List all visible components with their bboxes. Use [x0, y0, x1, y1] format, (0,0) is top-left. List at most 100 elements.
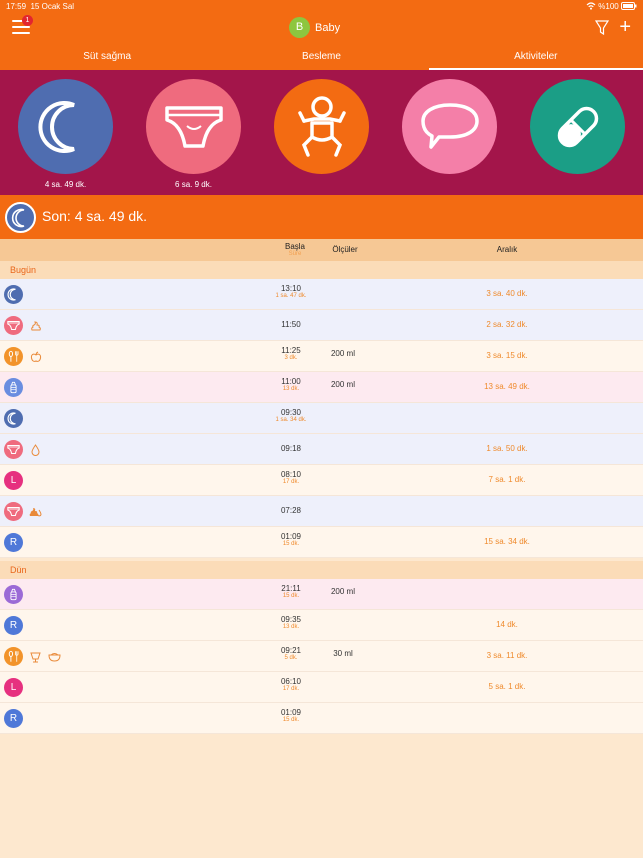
table-row[interactable]: 07:28 — [0, 496, 643, 527]
top-bar: 17:59 15 Ocak Sal %100 1 B Baby + Süt sa… — [0, 0, 643, 70]
table-row[interactable]: R 09:35 13 dk. 14 dk. — [0, 610, 643, 641]
spoon-fork-icon — [4, 347, 23, 366]
status-time: 17:59 — [6, 2, 27, 11]
row-start-time: 01:09 — [280, 532, 302, 541]
table-row[interactable]: R 01:09 15 dk. — [0, 703, 643, 734]
table-row[interactable]: 11:50 2 sa. 32 dk. — [0, 310, 643, 341]
tab-activities[interactable]: Aktiviteler — [428, 46, 643, 70]
row-icons — [4, 316, 42, 335]
row-measure: 30 ml — [333, 649, 353, 658]
tab-feeding[interactable]: Besleme — [214, 46, 428, 70]
breast-left-icon: L — [4, 678, 23, 697]
bowl-icon — [48, 650, 61, 663]
diaper-icon — [4, 502, 23, 521]
activity-sleep[interactable]: 4 sa. 49 dk. — [18, 79, 113, 189]
speech-bubble-icon — [420, 102, 479, 149]
row-interval: 3 sa. 40 dk. — [486, 289, 528, 298]
row-start: 06:10 17 dk. — [255, 677, 327, 692]
table-row[interactable]: 21:11 15 dk. 200 ml — [0, 579, 643, 610]
row-measure: 200 ml — [330, 587, 355, 596]
row-icons — [4, 378, 23, 397]
row-icons — [4, 647, 61, 666]
status-time-date: 17:59 15 Ocak Sal — [6, 2, 74, 11]
row-start-time: 11:50 — [281, 320, 301, 329]
table-row[interactable]: 09:30 1 sa. 34 dk. — [0, 403, 643, 434]
activity-diaper-label: 6 sa. 9 dk. — [175, 180, 212, 189]
table-row[interactable]: 09:21 5 dk. 30 ml 3 sa. 11 dk. — [0, 641, 643, 672]
row-interval: 2 sa. 32 dk. — [486, 320, 528, 329]
activity-sleep-circle — [18, 79, 113, 174]
table-header: Başla Süre Ölçüler Aralık — [0, 239, 643, 261]
row-start-time: 21:11 — [281, 584, 301, 593]
row-start: 09:18 — [255, 444, 327, 453]
battery-percent: %100 — [598, 2, 619, 11]
activity-baby[interactable] — [274, 79, 369, 180]
row-start-time: 09:35 — [280, 615, 302, 624]
battery-icon — [621, 2, 637, 10]
table-row[interactable]: 11:00 13 dk. 200 ml 13 sa. 49 dk. — [0, 372, 643, 403]
activity-note-circle — [402, 79, 497, 174]
mixed-icon — [29, 505, 42, 518]
status-right: %100 — [586, 2, 637, 11]
nav-row: 1 B Baby + — [0, 14, 643, 44]
breast-left-icon: L — [4, 471, 23, 490]
row-start-time: 11:25 — [281, 346, 301, 355]
notification-badge: 1 — [22, 15, 33, 26]
activity-medicine-circle — [530, 79, 625, 174]
row-interval: 14 dk. — [496, 620, 518, 629]
tab-pumping[interactable]: Süt sağma — [0, 46, 214, 70]
row-duration: 17 dk. — [282, 479, 300, 485]
row-start-time: 13:10 — [280, 284, 302, 293]
row-icons: R — [4, 709, 23, 728]
row-icons — [4, 409, 23, 428]
filter-icon[interactable] — [595, 20, 609, 36]
table-row[interactable]: 11:25 3 dk. 200 ml 3 sa. 15 dk. — [0, 341, 643, 372]
activity-strip: 4 sa. 49 dk. 6 sa. 9 dk. — [0, 70, 643, 195]
table-row[interactable]: L 06:10 17 dk. 5 sa. 1 dk. — [0, 672, 643, 703]
poop-icon — [29, 319, 42, 332]
drop-icon — [29, 443, 42, 456]
row-start: 13:10 1 sa. 47 dk. — [255, 284, 327, 299]
table-row[interactable]: L 08:10 17 dk. 7 sa. 1 dk. — [0, 465, 643, 496]
row-icons: L — [4, 678, 23, 697]
header-measure[interactable]: Ölçüler — [310, 245, 380, 254]
activity-diaper[interactable]: 6 sa. 9 dk. — [146, 79, 241, 189]
pill-icon — [557, 106, 598, 147]
row-duration: 1 sa. 34 dk. — [275, 417, 307, 423]
table-row[interactable]: 09:18 1 sa. 50 dk. — [0, 434, 643, 465]
baby-avatar: B — [289, 17, 310, 38]
activity-diaper-circle — [146, 79, 241, 174]
row-icons — [4, 347, 42, 366]
row-duration: 13 dk. — [282, 624, 300, 630]
baby-selector[interactable]: B Baby — [289, 17, 340, 38]
row-start: 11:50 — [255, 320, 327, 329]
row-start-time: 11:00 — [281, 377, 301, 386]
row-duration: 17 dk. — [282, 686, 300, 692]
row-start: 09:30 1 sa. 34 dk. — [255, 408, 327, 423]
row-icons: R — [4, 616, 23, 635]
section-yesterday: Dün — [0, 561, 643, 579]
row-interval: 7 sa. 1 dk. — [488, 475, 526, 484]
table-row[interactable]: 13:10 1 sa. 47 dk. 3 sa. 40 dk. — [0, 279, 643, 310]
moon-icon — [4, 285, 23, 304]
row-icons — [4, 285, 23, 304]
row-start-time: 08:10 — [280, 470, 302, 479]
row-start: 07:28 — [255, 506, 327, 515]
row-interval: 3 sa. 11 dk. — [486, 651, 528, 660]
bottle-icon — [4, 585, 23, 604]
row-interval: 1 sa. 50 dk. — [486, 444, 528, 453]
activity-baby-circle — [274, 79, 369, 174]
header-interval[interactable]: Aralık — [457, 245, 557, 254]
activity-medicine[interactable] — [530, 79, 625, 180]
diaper-icon — [164, 105, 223, 148]
moon-icon — [11, 208, 24, 227]
menu-line — [12, 32, 30, 34]
status-bar: 17:59 15 Ocak Sal %100 — [0, 0, 643, 14]
breast-right-icon: R — [4, 616, 23, 635]
table-row[interactable]: R 01:09 15 dk. 15 sa. 34 dk. — [0, 527, 643, 558]
apple-icon — [29, 350, 42, 363]
activity-note[interactable] — [402, 79, 497, 180]
row-duration: 1 sa. 47 dk. — [275, 293, 307, 299]
add-button[interactable]: + — [619, 17, 631, 37]
row-start: 01:09 15 dk. — [255, 532, 327, 547]
